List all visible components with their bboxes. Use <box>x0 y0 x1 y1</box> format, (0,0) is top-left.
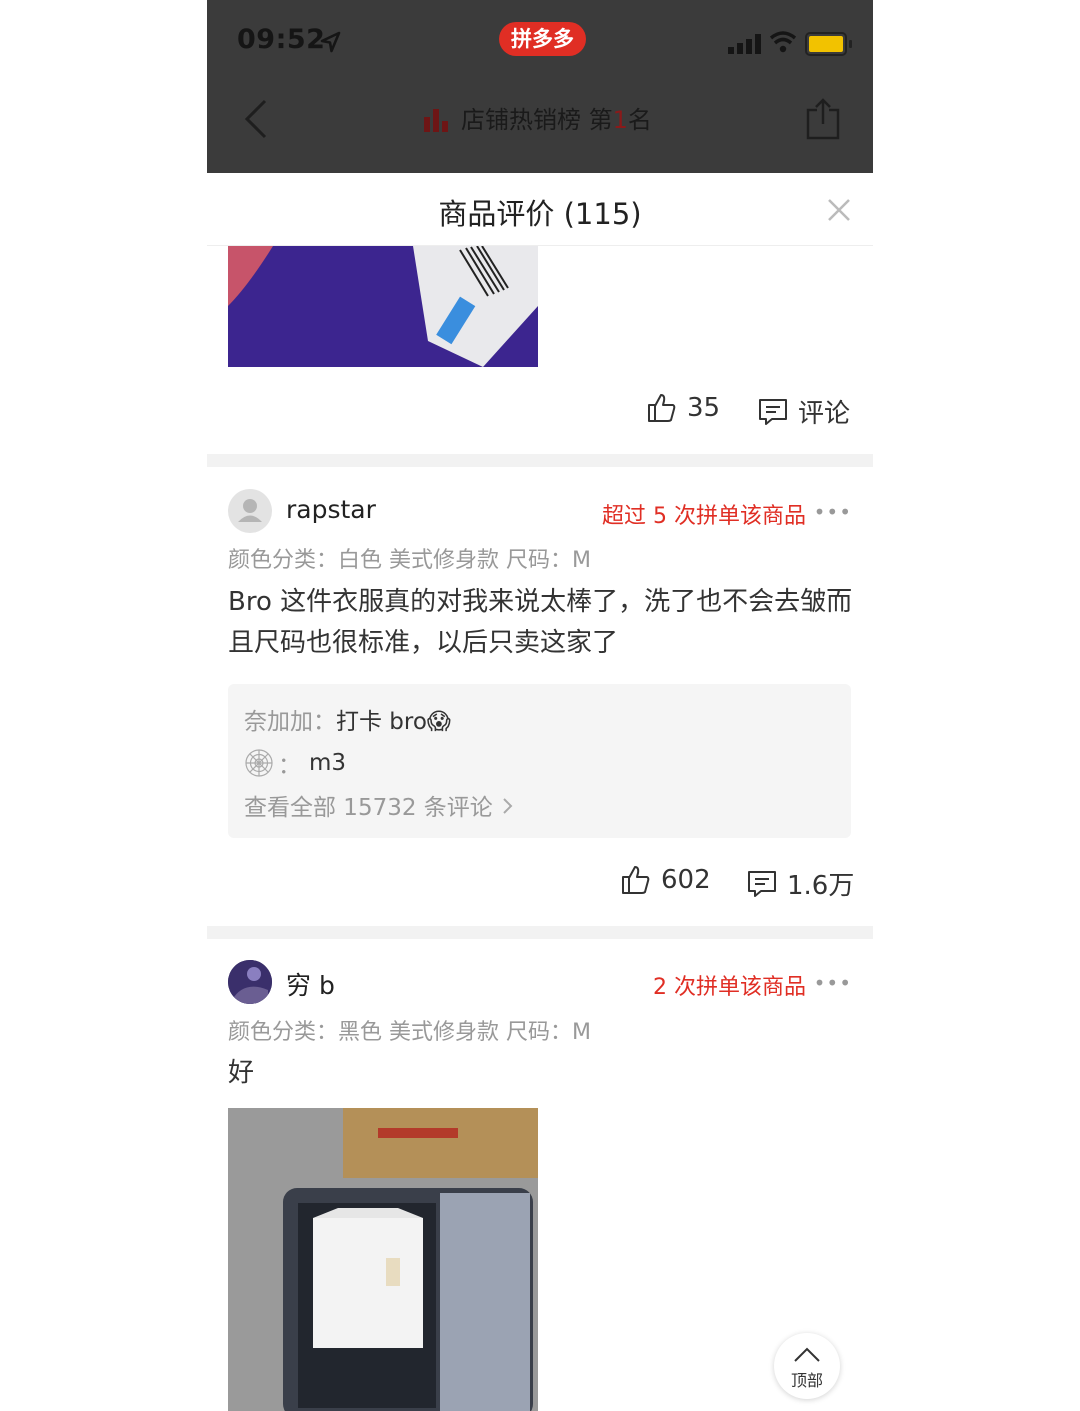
section-divider <box>207 454 873 467</box>
product-spec: 颜色分类：白色 美式修身款 尺码：M <box>228 548 591 573</box>
reply-item: ： m3 <box>244 746 346 780</box>
app-brand-badge: 拼多多 <box>499 22 586 56</box>
status-time: 09:52 <box>237 24 326 55</box>
comment-button[interactable]: 评论 <box>758 393 850 430</box>
photo-package-icon <box>228 246 538 367</box>
avatar[interactable] <box>228 960 272 1004</box>
share-icon[interactable] <box>805 98 841 140</box>
default-user-icon <box>238 499 262 522</box>
bar-chart-icon <box>424 109 448 132</box>
avatar[interactable] <box>228 489 272 533</box>
app-header: 09:52 拼多多 店铺热销榜 第1名 <box>207 0 873 173</box>
thumbs-up-icon <box>622 866 650 894</box>
like-button[interactable]: 602 <box>621 865 711 895</box>
product-spec: 颜色分类：黑色 美式修身款 尺码：M <box>228 1020 591 1045</box>
comment-icon <box>759 398 787 425</box>
more-options-icon[interactable]: ••• <box>814 971 852 995</box>
repeat-buyer-badge: 超过 5 次拼单该商品 <box>602 504 806 529</box>
thumbs-up-icon <box>648 394 676 422</box>
battery-icon <box>805 32 852 56</box>
photo-suitcase-icon <box>228 1108 538 1411</box>
chevron-up-icon <box>794 1347 820 1362</box>
reply-preview-box[interactable]: 奈加加：打卡 bro😱 ： m3 查看全部 15732 条评论 <box>228 684 851 838</box>
signal-icon <box>728 34 761 54</box>
wifi-icon <box>770 31 796 53</box>
review-text: Bro 这件衣服真的对我来说太棒了，洗了也不会去皱而且尺码也很标准，以后只卖这家… <box>228 587 853 658</box>
back-to-top-button[interactable]: 顶部 <box>774 1333 840 1399</box>
review-username[interactable]: 穷 b <box>286 966 335 1002</box>
reviews-sheet-header: 商品评价 (115) <box>207 173 873 246</box>
comment-icon <box>748 870 776 897</box>
review-photo[interactable] <box>228 246 538 367</box>
user-photo-icon <box>228 960 272 1004</box>
location-arrow-icon <box>320 31 341 53</box>
reviews-title: 商品评价 (115) <box>438 197 642 231</box>
repeat-buyer-badge: 2 次拼单该商品 <box>653 975 806 1000</box>
more-options-icon[interactable]: ••• <box>814 500 852 524</box>
back-arrow-icon[interactable] <box>243 98 269 140</box>
comment-button[interactable]: 1.6万 <box>747 865 854 902</box>
view-all-comments-link[interactable]: 查看全部 15732 条评论 <box>244 788 514 822</box>
like-button[interactable]: 35 <box>647 393 720 423</box>
shop-rank-label[interactable]: 店铺热销榜 第1名 <box>461 100 652 135</box>
review-text: 好 <box>228 1058 255 1088</box>
section-divider <box>207 926 873 939</box>
chevron-right-icon <box>503 798 513 814</box>
close-icon[interactable] <box>827 198 851 222</box>
spider-web-avatar-icon <box>245 749 273 777</box>
review-photo[interactable] <box>228 1108 538 1411</box>
phone-screen: 09:52 拼多多 店铺热销榜 第1名 商品评价 (115) 35 评论 rap… <box>207 0 873 1411</box>
reply-item: 奈加加：打卡 bro😱 <box>244 709 451 735</box>
review-username[interactable]: rapstar <box>286 495 376 524</box>
